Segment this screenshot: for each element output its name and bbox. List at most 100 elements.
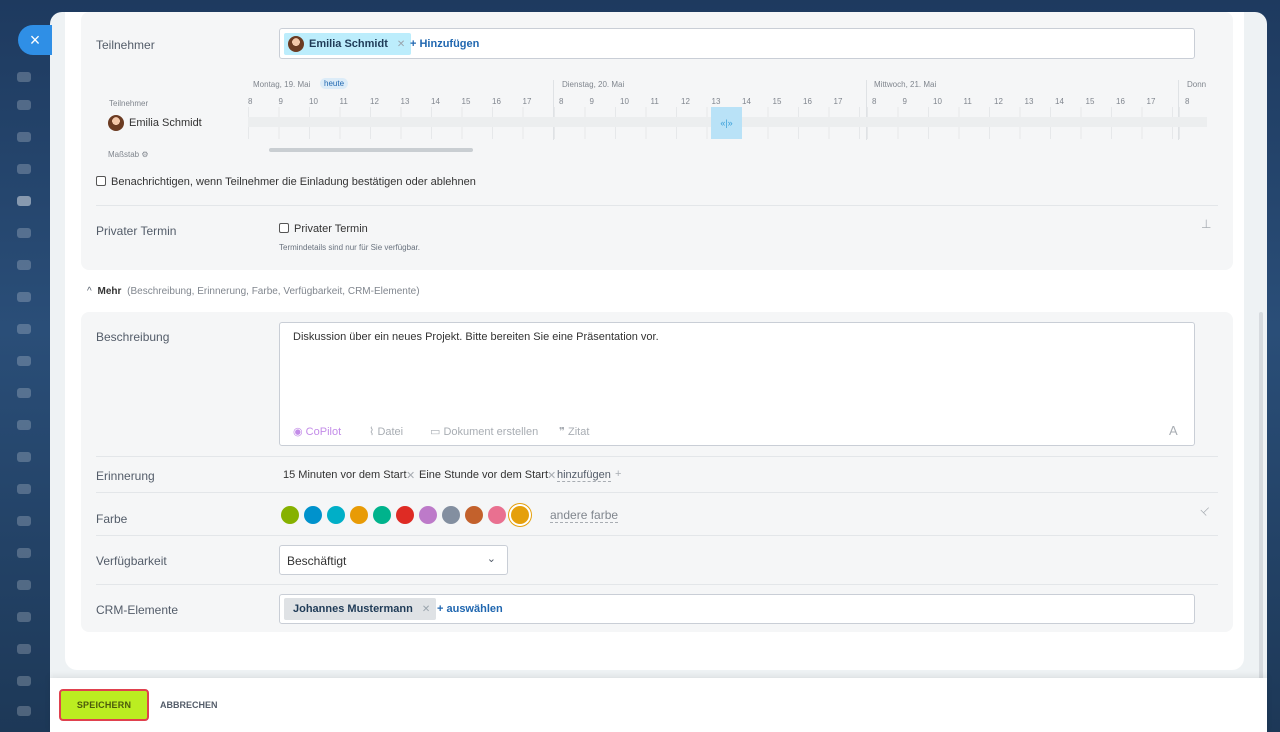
color-swatch[interactable] <box>281 506 299 524</box>
more-title: Mehr <box>97 286 122 297</box>
crm-label: CRM-Elemente <box>96 603 179 617</box>
nav-icon[interactable] <box>17 72 31 82</box>
participant-chip[interactable]: Emilia Schmidt ✕ <box>284 33 412 55</box>
color-swatch[interactable] <box>442 506 460 524</box>
color-swatch[interactable] <box>327 506 345 524</box>
timeline-scrollbar[interactable] <box>269 148 473 152</box>
color-swatch[interactable] <box>304 506 322 524</box>
availability-select[interactable]: Beschäftigt ⌄ <box>279 545 508 575</box>
create-document-button[interactable]: ▭ Dokument erstellen <box>430 425 538 438</box>
nav-icon[interactable] <box>17 260 31 270</box>
timeline-hour-label: 8 <box>248 97 253 106</box>
private-checkbox-row[interactable]: Privater Termin <box>279 223 368 235</box>
timeline-hour-label: 15 <box>461 97 471 106</box>
color-swatch[interactable] <box>373 506 391 524</box>
text-format-icon[interactable]: A <box>1169 423 1178 438</box>
timeline-hour-label: 9 <box>278 97 283 106</box>
quote-icon: ❞ <box>559 426 565 438</box>
private-checkbox-label: Privater Termin <box>294 223 368 235</box>
nav-icon[interactable] <box>17 516 31 526</box>
divider <box>96 456 1218 457</box>
timeline-participant-name: Emilia Schmidt <box>129 117 202 129</box>
private-checkbox[interactable] <box>279 223 289 233</box>
event-form-panel: Teilnehmer Emilia Schmidt ✕ + Hinzufügen… <box>50 12 1267 732</box>
nav-icon[interactable] <box>17 164 31 174</box>
notify-checkbox-row[interactable]: Benachrichtigen, wenn Teilnehmer die Ein… <box>96 176 476 188</box>
description-text[interactable]: Diskussion über ein neues Projekt. Bitte… <box>293 331 659 343</box>
participants-label: Teilnehmer <box>96 38 155 52</box>
nav-icon[interactable] <box>17 644 31 654</box>
color-swatch[interactable] <box>511 506 529 524</box>
nav-icon[interactable] <box>17 324 31 334</box>
create-document-label: Dokument erstellen <box>443 426 539 438</box>
timeline-hour-label: 17 <box>522 97 532 106</box>
nav-icon[interactable] <box>17 196 31 206</box>
description-label: Beschreibung <box>96 330 170 344</box>
plus-icon[interactable]: + <box>615 468 621 480</box>
nav-icon[interactable] <box>17 420 31 430</box>
more-subtitle: (Beschreibung, Erinnerung, Farbe, Verfüg… <box>127 286 420 297</box>
description-editor[interactable]: Diskussion über ein neues Projekt. Bitte… <box>279 322 1195 446</box>
other-color-link[interactable]: andere farbe <box>550 508 619 523</box>
remove-icon[interactable]: ✕ <box>397 39 405 50</box>
timeline-hour-label: 10 <box>933 97 942 106</box>
nav-icon[interactable] <box>17 228 31 238</box>
more-toggle[interactable]: ^ Mehr (Beschreibung, Erinnerung, Farbe,… <box>87 286 420 297</box>
timeline-day-label: Donn <box>1187 80 1207 89</box>
reminder-item[interactable]: 15 Minuten vor dem Start <box>283 469 407 481</box>
color-swatch[interactable] <box>396 506 414 524</box>
nav-icon[interactable] <box>17 612 31 622</box>
add-participant-link[interactable]: + Hinzufügen <box>410 38 479 50</box>
timeline-day-label: Mittwoch, 21. Mai <box>874 80 937 89</box>
file-button[interactable]: ⌇ Datei <box>369 425 403 438</box>
color-swatch[interactable] <box>350 506 368 524</box>
timeline-day-label: Dienstag, 20. Mai <box>562 80 625 89</box>
nav-icon[interactable] <box>17 100 31 110</box>
nav-icon[interactable] <box>17 356 31 366</box>
color-swatch[interactable] <box>419 506 437 524</box>
scrollbar[interactable] <box>1259 312 1263 682</box>
nav-icon[interactable] <box>17 132 31 142</box>
nav-icon[interactable] <box>17 706 31 716</box>
quote-button[interactable]: ❞ Zitat <box>559 425 589 438</box>
timeline-selection[interactable]: «|» <box>711 107 742 139</box>
timeline-row-header: Teilnehmer <box>109 99 149 108</box>
timeline-hour-label: 12 <box>994 97 1003 106</box>
nav-icon[interactable] <box>17 388 31 398</box>
scale-label[interactable]: Maßstab ⚙ <box>108 150 149 159</box>
nav-icon[interactable] <box>17 484 31 494</box>
pin-icon[interactable]: ⊥ <box>1198 503 1214 518</box>
timeline-hour-label: 10 <box>620 97 629 106</box>
participants-field[interactable]: Emilia Schmidt ✕ + Hinzufügen <box>279 28 1195 59</box>
copilot-button[interactable]: ◉ CoPilot <box>293 425 341 438</box>
remove-reminder-icon[interactable]: ✕ <box>547 469 556 482</box>
gear-icon[interactable]: ⚙ <box>141 150 148 159</box>
timeline-hour-label: 11 <box>963 97 972 106</box>
copilot-label: CoPilot <box>305 426 342 438</box>
crm-select-link[interactable]: + auswählen <box>437 603 503 615</box>
add-reminder-link[interactable]: hinzufügen <box>557 469 611 482</box>
crm-field[interactable]: Johannes Mustermann ✕ + auswählen <box>279 594 1195 624</box>
pin-icon[interactable]: ⊥ <box>1201 217 1211 231</box>
color-swatch[interactable] <box>465 506 483 524</box>
crm-chip[interactable]: Johannes Mustermann ✕ <box>284 598 437 620</box>
close-icon[interactable]: × <box>18 25 52 55</box>
timeline-hour-label: 16 <box>1116 97 1125 106</box>
reminder-item[interactable]: Eine Stunde vor dem Start <box>419 469 548 481</box>
timeline-hour-label: 13 <box>711 97 721 106</box>
scale-label-text: Maßstab <box>108 150 140 159</box>
remove-reminder-icon[interactable]: ✕ <box>406 469 415 482</box>
nav-icon[interactable] <box>17 292 31 302</box>
nav-icon[interactable] <box>17 452 31 462</box>
nav-icon[interactable] <box>17 548 31 558</box>
color-swatch[interactable] <box>488 506 506 524</box>
save-button[interactable]: SPEICHERN <box>59 689 149 721</box>
nav-icon[interactable] <box>17 580 31 590</box>
cancel-button[interactable]: ABBRECHEN <box>160 700 218 710</box>
notify-checkbox[interactable] <box>96 176 106 186</box>
file-label: Datei <box>377 426 404 438</box>
nav-icon[interactable] <box>17 676 31 686</box>
chevron-up-icon: ^ <box>87 286 92 297</box>
remove-icon[interactable]: ✕ <box>422 604 430 615</box>
timeline-hour-label: 8 <box>1185 97 1190 106</box>
